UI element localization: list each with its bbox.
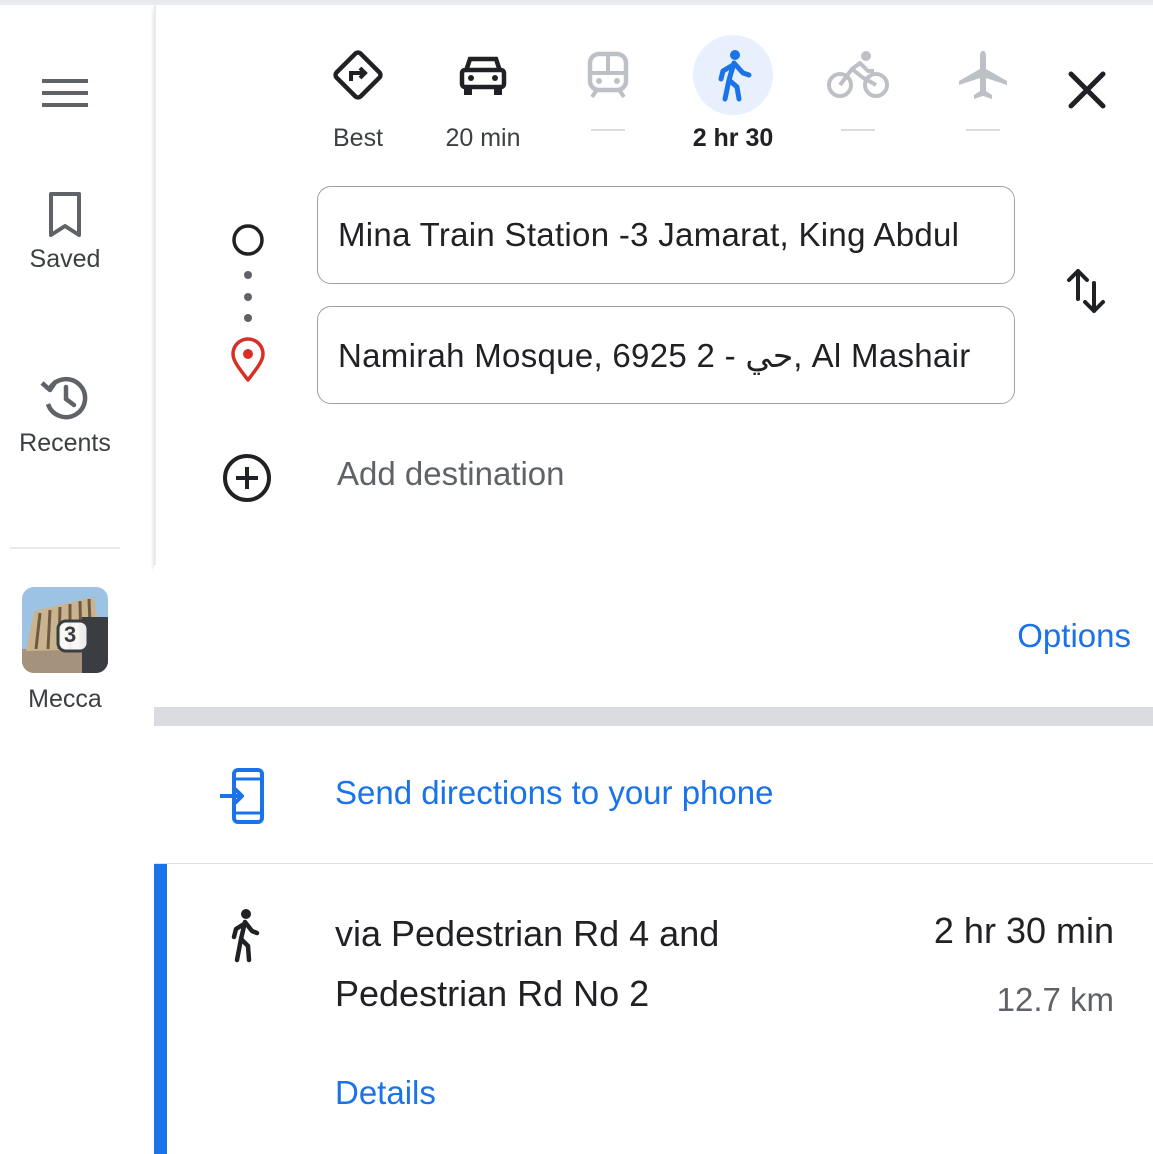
menu-button[interactable]	[40, 75, 90, 111]
mode-cycling-empty	[841, 129, 875, 131]
mode-flights-empty	[966, 129, 1000, 131]
mode-transit-empty	[591, 129, 625, 131]
route-title: via Pedestrian Rd 4 and Pedestrian Rd No…	[335, 913, 720, 1014]
mecca-label: Mecca	[28, 685, 102, 713]
mode-best-icon-wrap	[318, 35, 398, 115]
mode-flights-icon-wrap	[943, 35, 1023, 115]
destination-pin-icon	[231, 337, 265, 382]
close-icon	[1068, 71, 1106, 109]
saved-button[interactable]: Saved	[0, 190, 130, 274]
route-distance: 12.7 km	[996, 981, 1114, 1018]
route-card[interactable]: via Pedestrian Rd 4 and Pedestrian Rd No…	[154, 864, 1153, 1154]
car-icon	[459, 56, 507, 95]
hamburger-icon	[42, 79, 88, 107]
destination-fade	[974, 307, 1014, 403]
options-row: Options	[154, 565, 1153, 707]
origin-fade	[974, 187, 1014, 283]
add-circle-icon[interactable]	[220, 451, 274, 505]
route-duration: 2 hr 30 min	[933, 910, 1114, 951]
mode-driving-label: 20 min	[445, 124, 521, 152]
origin-field[interactable]	[317, 186, 1015, 284]
mode-walking-label: 2 hr 30	[692, 124, 774, 152]
mode-walking[interactable]: 2 hr 30	[678, 35, 788, 153]
add-destination-button[interactable]: Add destination	[337, 455, 565, 493]
mode-driving-icon-wrap	[443, 35, 523, 115]
mode-walking-icon-wrap	[693, 35, 773, 115]
history-icon	[40, 376, 88, 420]
details-link[interactable]: Details	[335, 1074, 436, 1112]
selected-route-indicator	[154, 864, 167, 1154]
walk-icon	[718, 50, 752, 102]
destination-input[interactable]	[318, 307, 1014, 403]
swap-icon	[1067, 269, 1105, 313]
place-count-badge: 3	[64, 622, 77, 647]
mode-best[interactable]: Best	[303, 35, 413, 153]
mode-cycling[interactable]	[803, 35, 913, 131]
left-rail: Saved Recents 3 Mecca	[0, 5, 154, 1154]
rail-divider	[10, 547, 120, 549]
send-directions-label: Send directions to your phone	[335, 774, 774, 811]
mode-cycling-icon-wrap	[818, 35, 898, 115]
mode-best-label: Best	[332, 124, 384, 152]
mode-transit-icon-wrap	[568, 35, 648, 115]
send-directions-row[interactable]: Send directions to your phone	[154, 726, 1153, 863]
close-directions-button[interactable]	[1064, 67, 1110, 113]
recent-place-mecca[interactable]: 3	[22, 587, 108, 673]
directions-icon	[333, 50, 383, 100]
destination-field[interactable]	[317, 306, 1015, 404]
swap-button[interactable]	[1064, 263, 1108, 319]
mode-transit[interactable]	[553, 35, 663, 131]
send-to-phone-icon	[220, 768, 264, 824]
saved-label: Saved	[29, 245, 101, 273]
origin-circle-icon	[232, 224, 264, 256]
bookmark-icon	[49, 192, 81, 237]
options-button[interactable]: Options	[1017, 617, 1131, 655]
plane-icon	[959, 51, 1007, 99]
section-separator	[154, 707, 1153, 726]
mode-driving[interactable]: 20 min	[428, 35, 538, 153]
walk-icon	[231, 909, 260, 963]
train-icon	[587, 51, 629, 99]
recents-button[interactable]: Recents	[0, 370, 130, 458]
origin-input[interactable]	[318, 187, 1014, 283]
bike-icon	[827, 51, 889, 98]
recents-label: Recents	[19, 429, 111, 457]
directions-panel: Best 20 min 2 hr 30 Mina Train Station -…	[154, 5, 1153, 565]
recent-place-label: Mecca	[0, 685, 130, 714]
mode-flights[interactable]	[928, 35, 1038, 131]
route-dots-icon	[244, 271, 252, 322]
